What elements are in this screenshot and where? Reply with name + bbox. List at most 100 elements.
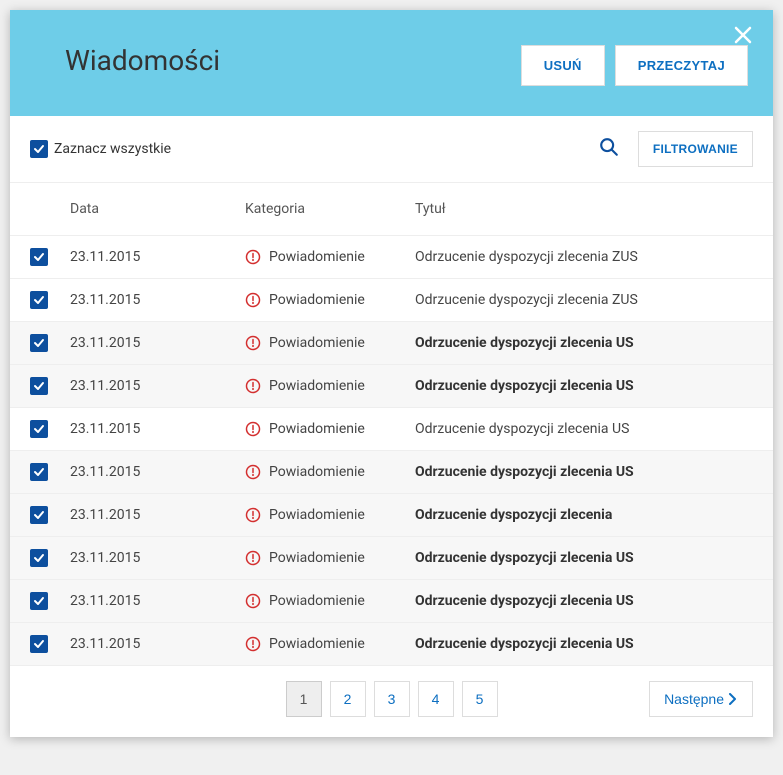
search-icon[interactable] bbox=[598, 136, 620, 162]
row-title: Odrzucenie dyspozycji zlecenia US bbox=[415, 335, 753, 351]
row-title: Odrzucenie dyspozycji zlecenia bbox=[415, 507, 753, 523]
checkbox-icon bbox=[30, 592, 48, 610]
row-category: Powiadomienie bbox=[245, 464, 415, 480]
checkbox-icon bbox=[30, 506, 48, 524]
row-title: Odrzucenie dyspozycji zlecenia US bbox=[415, 464, 753, 480]
messages-modal: Wiadomości USUŃ PRZECZYTAJ Zaznacz wszys… bbox=[10, 10, 773, 737]
read-button[interactable]: PRZECZYTAJ bbox=[615, 45, 748, 86]
row-title: Odrzucenie dyspozycji zlecenia US bbox=[415, 593, 753, 609]
alert-icon bbox=[245, 335, 261, 351]
row-checkbox[interactable] bbox=[30, 248, 70, 266]
row-category: Powiadomienie bbox=[245, 636, 415, 652]
delete-button[interactable]: USUŃ bbox=[521, 45, 605, 86]
checkbox-icon bbox=[30, 549, 48, 567]
row-title: Odrzucenie dyspozycji zlecenia ZUS bbox=[415, 292, 753, 308]
alert-icon bbox=[245, 464, 261, 480]
row-checkbox[interactable] bbox=[30, 635, 70, 653]
checkbox-icon bbox=[30, 377, 48, 395]
pagination: 12345 Następne bbox=[10, 666, 773, 737]
row-category: Powiadomienie bbox=[245, 421, 415, 437]
table-row[interactable]: 23.11.2015PowiadomienieOdrzucenie dyspoz… bbox=[10, 537, 773, 580]
row-checkbox[interactable] bbox=[30, 549, 70, 567]
row-checkbox[interactable] bbox=[30, 334, 70, 352]
col-check-header bbox=[30, 201, 70, 217]
row-checkbox[interactable] bbox=[30, 506, 70, 524]
alert-icon bbox=[245, 421, 261, 437]
row-category: Powiadomienie bbox=[245, 292, 415, 308]
table-row[interactable]: 23.11.2015PowiadomienieOdrzucenie dyspoz… bbox=[10, 322, 773, 365]
row-title: Odrzucenie dyspozycji zlecenia ZUS bbox=[415, 249, 753, 265]
row-title: Odrzucenie dyspozycji zlecenia US bbox=[415, 378, 753, 394]
table-row[interactable]: 23.11.2015PowiadomienieOdrzucenie dyspoz… bbox=[10, 236, 773, 279]
checkbox-icon bbox=[30, 334, 48, 352]
chevron-right-icon bbox=[728, 693, 738, 705]
row-date: 23.11.2015 bbox=[70, 507, 245, 523]
page-button-1[interactable]: 1 bbox=[286, 681, 322, 717]
row-checkbox[interactable] bbox=[30, 463, 70, 481]
table-row[interactable]: 23.11.2015PowiadomienieOdrzucenie dyspoz… bbox=[10, 279, 773, 322]
checkbox-icon bbox=[30, 420, 48, 438]
row-checkbox[interactable] bbox=[30, 420, 70, 438]
next-label: Następne bbox=[664, 691, 724, 707]
page-buttons: 12345 bbox=[286, 681, 498, 717]
select-all-checkbox[interactable]: Zaznacz wszystkie bbox=[30, 140, 171, 158]
table-row[interactable]: 23.11.2015PowiadomienieOdrzucenie dyspoz… bbox=[10, 623, 773, 666]
col-title-header: Tytuł bbox=[415, 201, 753, 217]
row-date: 23.11.2015 bbox=[70, 421, 245, 437]
col-date-header: Data bbox=[70, 201, 245, 217]
table-row[interactable]: 23.11.2015PowiadomienieOdrzucenie dyspoz… bbox=[10, 451, 773, 494]
select-all-label: Zaznacz wszystkie bbox=[54, 141, 171, 157]
next-page-button[interactable]: Następne bbox=[649, 681, 753, 717]
alert-icon bbox=[245, 378, 261, 394]
page-button-2[interactable]: 2 bbox=[330, 681, 366, 717]
checkbox-icon bbox=[30, 463, 48, 481]
alert-icon bbox=[245, 636, 261, 652]
filter-button[interactable]: FILTROWANIE bbox=[638, 131, 753, 167]
alert-icon bbox=[245, 249, 261, 265]
checkbox-icon bbox=[30, 248, 48, 266]
row-category: Powiadomienie bbox=[245, 593, 415, 609]
row-date: 23.11.2015 bbox=[70, 249, 245, 265]
page-title: Wiadomości bbox=[65, 44, 220, 77]
row-date: 23.11.2015 bbox=[70, 335, 245, 351]
table-row[interactable]: 23.11.2015PowiadomienieOdrzucenie dyspoz… bbox=[10, 408, 773, 451]
row-title: Odrzucenie dyspozycji zlecenia US bbox=[415, 550, 753, 566]
row-checkbox[interactable] bbox=[30, 377, 70, 395]
row-checkbox[interactable] bbox=[30, 592, 70, 610]
page-button-5[interactable]: 5 bbox=[462, 681, 498, 717]
row-date: 23.11.2015 bbox=[70, 292, 245, 308]
row-category: Powiadomienie bbox=[245, 378, 415, 394]
row-date: 23.11.2015 bbox=[70, 378, 245, 394]
table-row[interactable]: 23.11.2015PowiadomienieOdrzucenie dyspoz… bbox=[10, 494, 773, 537]
alert-icon bbox=[245, 593, 261, 609]
table-body: 23.11.2015PowiadomienieOdrzucenie dyspoz… bbox=[10, 236, 773, 666]
checkbox-icon bbox=[30, 291, 48, 309]
modal-header: Wiadomości USUŃ PRZECZYTAJ bbox=[10, 10, 773, 116]
row-date: 23.11.2015 bbox=[70, 593, 245, 609]
alert-icon bbox=[245, 507, 261, 523]
table-row[interactable]: 23.11.2015PowiadomienieOdrzucenie dyspoz… bbox=[10, 365, 773, 408]
row-category: Powiadomienie bbox=[245, 550, 415, 566]
row-title: Odrzucenie dyspozycji zlecenia US bbox=[415, 421, 753, 437]
col-category-header: Kategoria bbox=[245, 201, 415, 217]
checkbox-icon bbox=[30, 140, 48, 158]
row-category: Powiadomienie bbox=[245, 335, 415, 351]
checkbox-icon bbox=[30, 635, 48, 653]
row-date: 23.11.2015 bbox=[70, 550, 245, 566]
row-title: Odrzucenie dyspozycji zlecenia US bbox=[415, 636, 753, 652]
page-button-3[interactable]: 3 bbox=[374, 681, 410, 717]
table-row[interactable]: 23.11.2015PowiadomienieOdrzucenie dyspoz… bbox=[10, 580, 773, 623]
toolbar-right: FILTROWANIE bbox=[598, 131, 753, 167]
row-checkbox[interactable] bbox=[30, 291, 70, 309]
table-header: Data Kategoria Tytuł bbox=[10, 183, 773, 236]
row-category: Powiadomienie bbox=[245, 507, 415, 523]
header-actions: USUŃ PRZECZYTAJ bbox=[521, 45, 748, 86]
row-category: Powiadomienie bbox=[245, 249, 415, 265]
alert-icon bbox=[245, 550, 261, 566]
alert-icon bbox=[245, 292, 261, 308]
row-date: 23.11.2015 bbox=[70, 464, 245, 480]
page-button-4[interactable]: 4 bbox=[418, 681, 454, 717]
toolbar: Zaznacz wszystkie FILTROWANIE bbox=[10, 116, 773, 183]
row-date: 23.11.2015 bbox=[70, 636, 245, 652]
close-icon[interactable] bbox=[733, 25, 753, 49]
